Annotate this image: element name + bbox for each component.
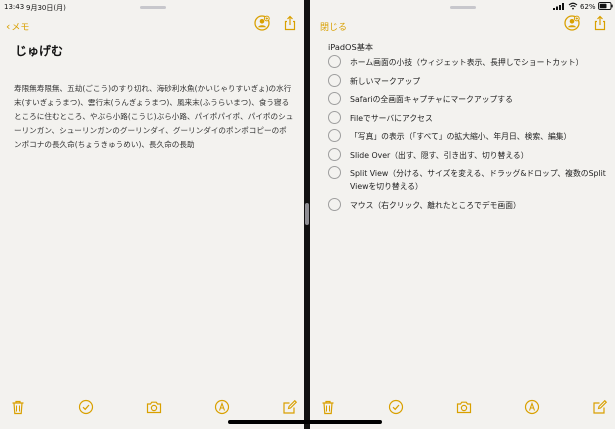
checkbox-circle-icon[interactable] [328,110,341,124]
trash-icon-right[interactable] [320,399,336,415]
checklist-item-text: マウス（右クリック、離れたところでデモ画面） [350,201,521,210]
signal-icon [553,3,564,10]
trash-icon[interactable] [10,399,26,415]
checklist-item[interactable]: Slide Over（出す、隠す、引き出す、切り替える） [328,146,608,165]
multitask-grabber-right[interactable] [450,6,476,9]
checklist-item[interactable]: 新しいマークアップ [328,72,608,91]
battery-icon [598,2,613,10]
compose-icon-right[interactable] [592,399,608,415]
checkbox-circle-icon[interactable] [328,92,341,105]
checkmark-circle-icon[interactable] [78,399,94,415]
markup-pen-icon-right[interactable] [524,399,540,415]
markup-pen-icon[interactable] [214,399,230,415]
checklist-item-text: Split View（分ける、サイズを変える、ドラッグ&ドロップ、複数のSpli… [350,169,606,191]
share-icon[interactable] [282,15,298,31]
compose-icon[interactable] [282,399,298,415]
chevron-left-icon: ‹ [6,20,11,33]
back-to-notes-button[interactable]: ‹メモ [6,20,29,33]
checklist-item-text: Fileでサーバにアクセス [350,113,433,123]
checkmark-circle-icon-right[interactable] [388,399,404,415]
camera-icon[interactable] [146,399,162,415]
wifi-icon [568,2,578,10]
left-toolbar [0,399,304,417]
checkbox-circle-icon[interactable] [328,147,341,161]
note-body[interactable]: 寿限無寿限無、五劫(ごこう)のすり切れ、海砂利水魚(かいじゃりすいぎょ)の水行末… [14,82,294,152]
right-note-pane: 62% 閉じる iPadOS基本 ホーム画面の小技（ウィジェット表示、長押しでシ… [310,0,615,429]
checklist-item[interactable]: 「写真」の表示（「すべて」の拡大縮小、年月日、検索、編集） [328,127,608,146]
status-battery-percent: 62% [580,3,596,11]
checkbox-circle-icon[interactable] [328,166,341,179]
checkbox-circle-icon[interactable] [328,55,341,68]
status-date: 9月30日(月) [26,4,66,12]
checklist-item-text: Safariの全画面キャプチャにマークアップする [350,95,513,104]
home-indicator[interactable] [228,420,382,424]
close-button[interactable]: 閉じる [320,20,347,33]
checklist-title[interactable]: iPadOS基本 [328,41,373,53]
checklist-item[interactable]: Split View（分ける、サイズを変える、ドラッグ&ドロップ、複数のSpli… [328,164,608,196]
share-icon-right[interactable] [592,15,608,31]
checklist-item[interactable]: ホーム画面の小技（ウィジェット表示、長押しでショートカット） [328,53,608,72]
checkbox-circle-icon[interactable] [328,198,341,211]
camera-icon-right[interactable] [456,399,472,415]
checklist-item[interactable]: マウス（右クリック、離れたところでデモ画面） [328,196,608,215]
add-person-icon[interactable] [254,15,270,31]
checkbox-circle-icon[interactable] [328,129,341,142]
checklist-item-text: Slide Over（出す、隠す、引き出す、切り替える） [350,150,529,160]
multitask-grabber[interactable] [140,6,166,9]
left-note-pane: 13:43 9月30日(月) ‹メモ じゅげむ 寿限無寿限無、五劫(ごこう)のす… [0,0,304,429]
checklist: ホーム画面の小技（ウィジェット表示、長押しでショートカット） 新しいマークアップ… [328,53,608,215]
add-person-icon-right[interactable] [564,15,580,31]
note-title[interactable]: じゅげむ [15,42,63,59]
checklist-item-text: ホーム画面の小技（ウィジェット表示、長押しでショートカット） [350,58,584,67]
checklist-item-text: 新しいマークアップ [350,76,421,86]
back-label: メモ [11,23,30,33]
split-view-handle[interactable] [305,203,309,225]
right-toolbar [310,399,615,417]
checklist-item[interactable]: Fileでサーバにアクセス [328,109,608,128]
checklist-item[interactable]: Safariの全画面キャプチャにマークアップする [328,90,608,109]
checklist-item-text: 「写真」の表示（「すべて」の拡大縮小、年月日、検索、編集） [350,132,572,141]
checkbox-circle-icon[interactable] [328,73,341,87]
status-time: 13:43 [4,3,25,11]
